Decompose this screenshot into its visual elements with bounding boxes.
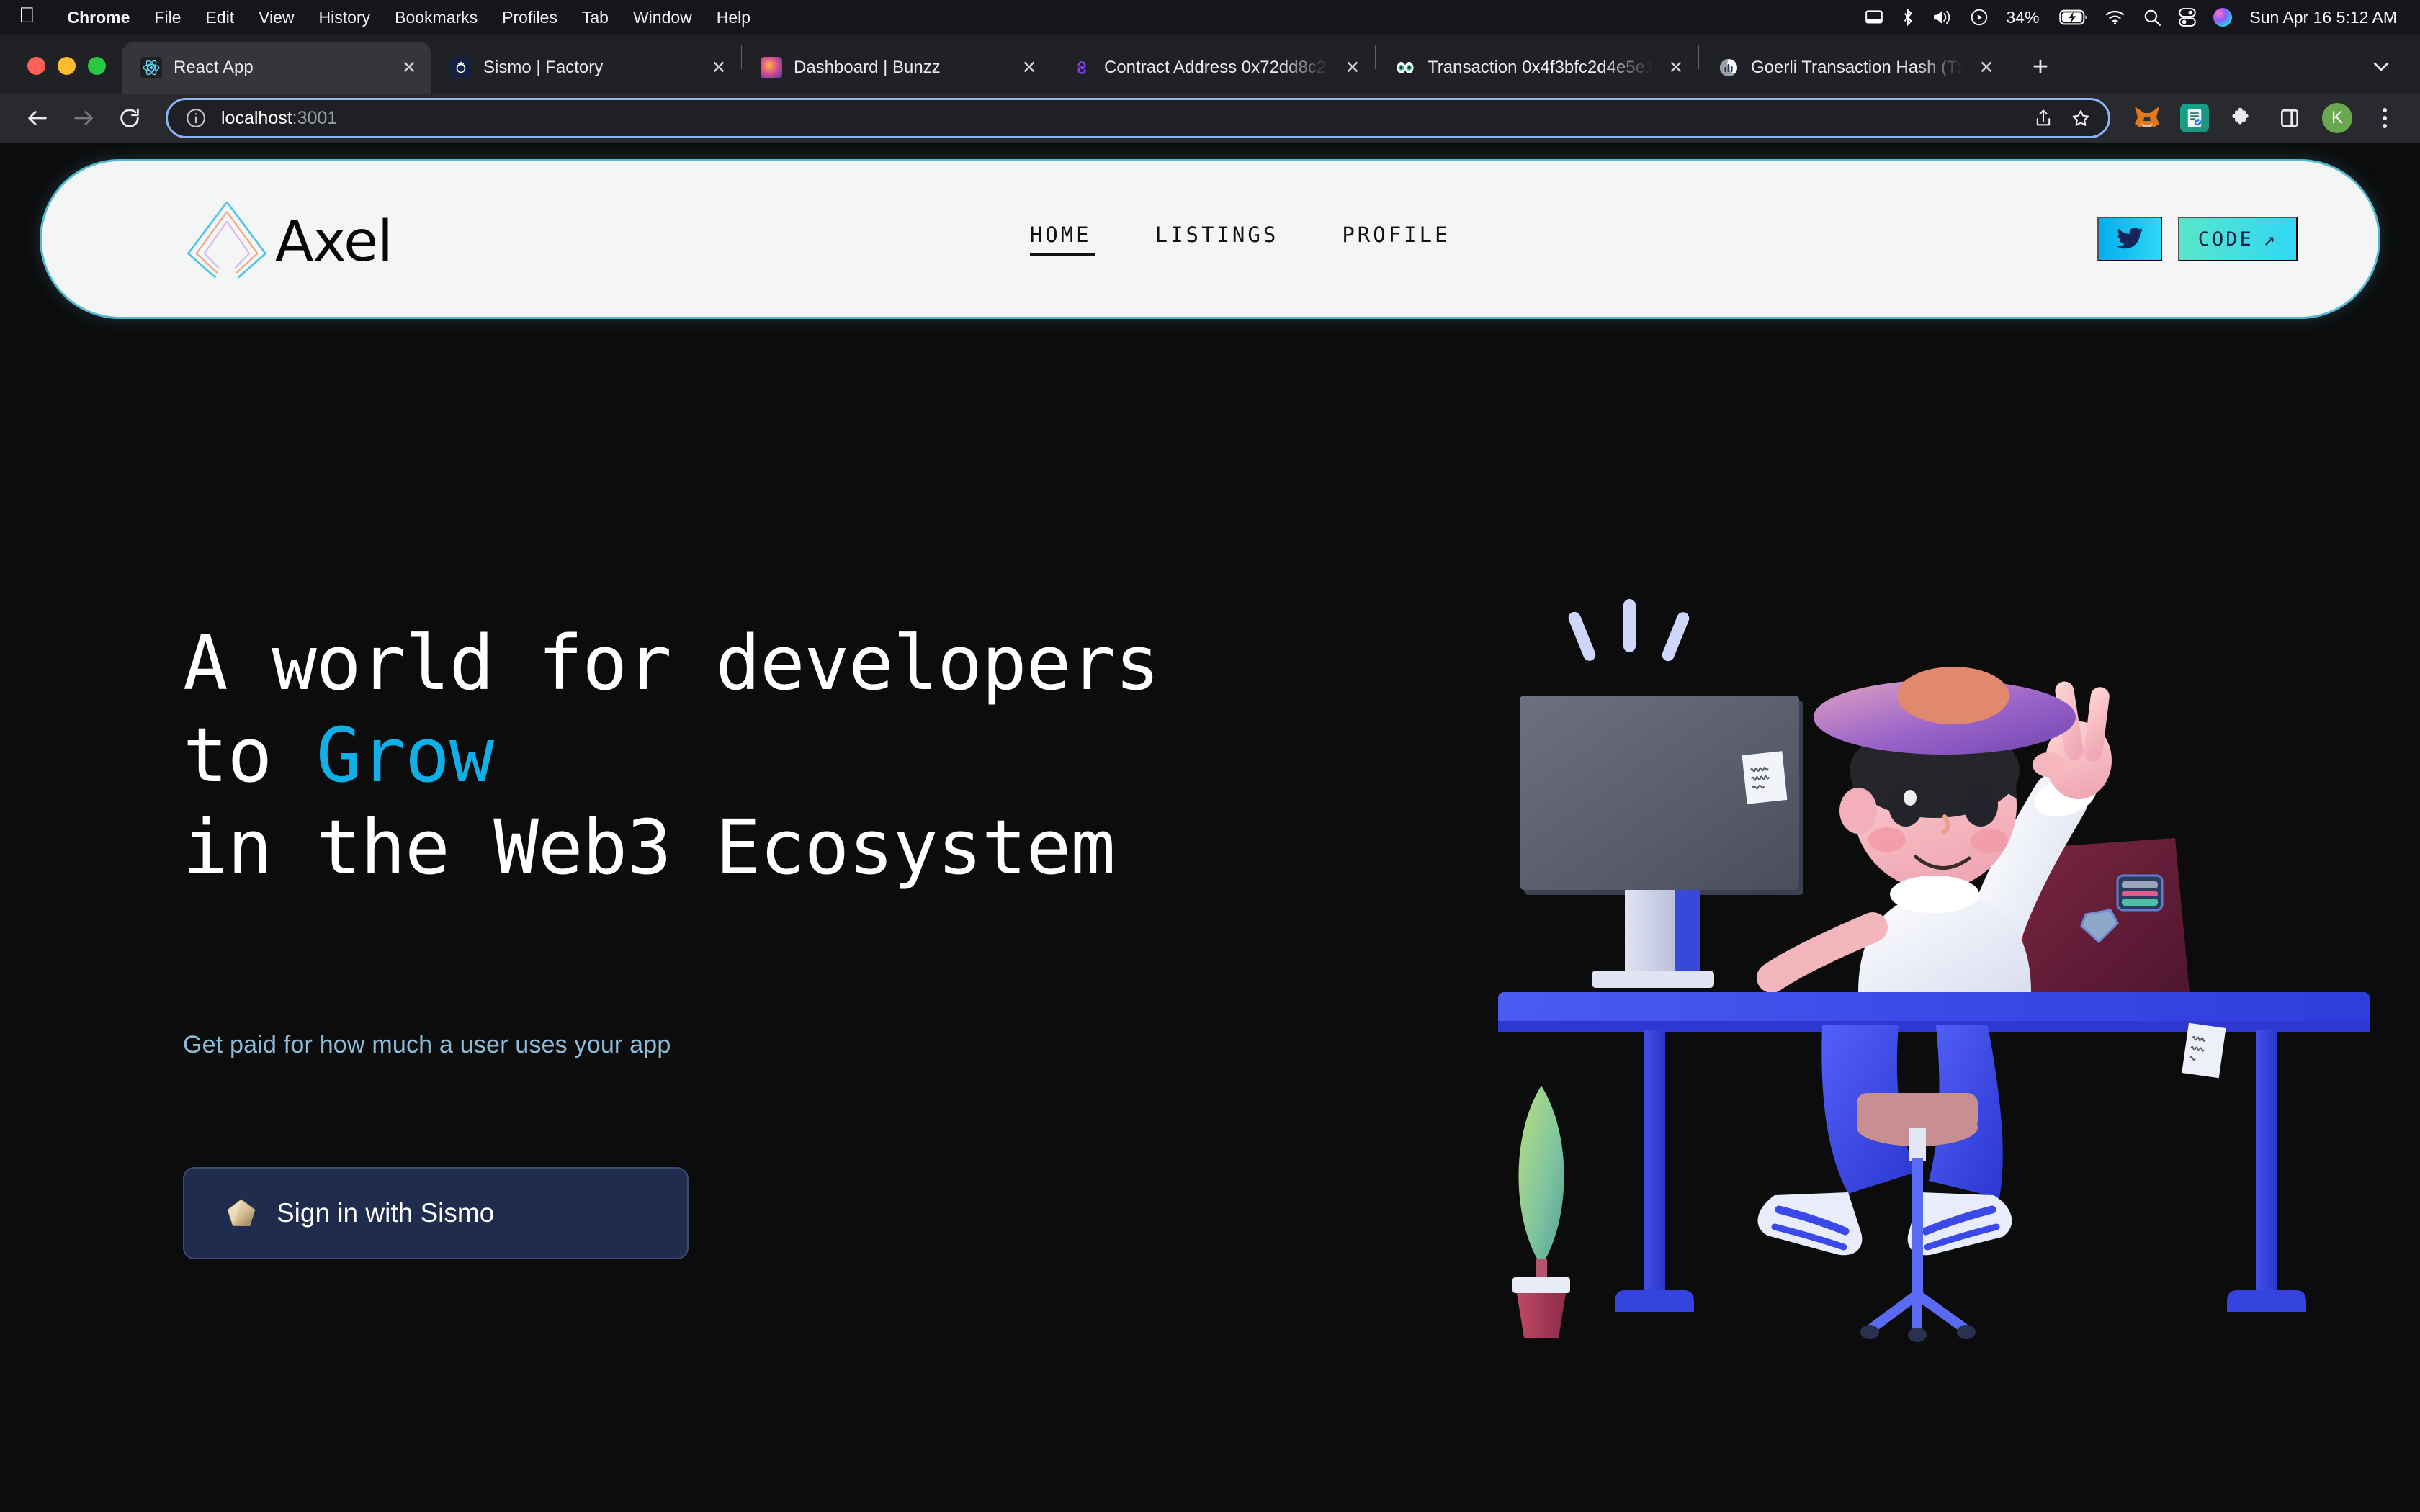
hero-accent-word: Grow bbox=[315, 711, 494, 799]
tab-react-app[interactable]: React App ✕ bbox=[122, 42, 431, 94]
tab-strip: React App ✕ Sismo | Factory ✕ Dashboard … bbox=[0, 35, 2420, 94]
tab-title: Sismo | Factory bbox=[483, 58, 604, 77]
contract-reader-extension-icon[interactable] bbox=[2174, 97, 2215, 139]
url-port: :3001 bbox=[292, 107, 338, 128]
menu-view[interactable]: View bbox=[246, 8, 306, 27]
hero-illustration bbox=[1484, 589, 2391, 1359]
close-window-button[interactable] bbox=[27, 57, 45, 75]
info-circle-icon[interactable] bbox=[184, 106, 208, 130]
tab-title: Transaction 0x4f3bfc2d4e5e19 bbox=[1428, 58, 1652, 77]
tab-transaction[interactable]: Transaction 0x4f3bfc2d4e5e19 ✕ bbox=[1376, 42, 1698, 94]
tab-goerli-transaction-hash[interactable]: Goerli Transaction Hash (Txhash ✕ bbox=[1699, 42, 2009, 94]
tab-title: Dashboard | Bunzz bbox=[794, 58, 941, 77]
tab-contract-address[interactable]: Contract Address 0x72dd8c23 ✕ bbox=[1052, 42, 1375, 94]
address-bar-text[interactable]: localhost:3001 bbox=[221, 108, 2025, 129]
address-bar[interactable]: localhost:3001 bbox=[166, 98, 2110, 138]
wifi-icon[interactable] bbox=[2105, 9, 2125, 25]
new-tab-button[interactable]: + bbox=[2020, 46, 2061, 88]
menu-dots bbox=[2383, 108, 2387, 128]
side-panel-icon[interactable] bbox=[2269, 97, 2311, 139]
menu-tab[interactable]: Tab bbox=[570, 8, 621, 27]
bluetooth-icon[interactable] bbox=[1901, 8, 1915, 27]
siri-icon[interactable] bbox=[2213, 8, 2233, 27]
battery-charging-icon[interactable] bbox=[2059, 9, 2088, 25]
reload-button[interactable] bbox=[107, 95, 153, 141]
browser-toolbar: localhost:3001 K bbox=[0, 94, 2420, 143]
menu-window[interactable]: Window bbox=[621, 8, 704, 27]
minimize-window-button[interactable] bbox=[58, 57, 76, 75]
menu-edit[interactable]: Edit bbox=[193, 8, 246, 27]
hero-line-3: in the Web3 Ecosystem bbox=[183, 803, 1116, 891]
menubar-clock[interactable]: Sun Apr 16 5:12 AM bbox=[2249, 8, 2397, 27]
profile-avatar[interactable]: K bbox=[2316, 97, 2358, 139]
sismo-pentagon-icon bbox=[225, 1197, 258, 1230]
tab-title: React App bbox=[174, 58, 254, 77]
tab-close-icon[interactable]: ✕ bbox=[1340, 55, 1365, 80]
three-dot-menu-icon[interactable] bbox=[2364, 97, 2406, 139]
hero-copy: A world for developers to Grow in the We… bbox=[183, 618, 1451, 1259]
extensions-puzzle-icon[interactable] bbox=[2221, 97, 2263, 139]
battery-percent-label: 34% bbox=[2006, 7, 2040, 27]
goerli-etherscan-icon bbox=[1718, 57, 1739, 78]
contract-doc-glyph bbox=[2180, 104, 2209, 132]
react-logo-icon bbox=[140, 57, 162, 78]
menu-profiles[interactable]: Profiles bbox=[490, 8, 570, 27]
tab-close-icon[interactable]: ✕ bbox=[707, 55, 731, 80]
hero-line-2-prefix: to bbox=[183, 711, 316, 799]
menu-help[interactable]: Help bbox=[704, 8, 763, 27]
sign-in-button-label: Sign in with Sismo bbox=[277, 1197, 495, 1228]
tab-title: Contract Address 0x72dd8c23 bbox=[1104, 58, 1329, 77]
maximize-window-button[interactable] bbox=[88, 57, 106, 75]
menu-chrome[interactable]: Chrome bbox=[55, 8, 143, 27]
menubar-status-items: 34% Sun Apr 16 5:12 AM bbox=[1865, 8, 2401, 27]
avatar: K bbox=[2322, 103, 2352, 133]
tab-close-icon[interactable]: ✕ bbox=[1974, 55, 1999, 80]
menu-file[interactable]: File bbox=[142, 8, 193, 27]
tab-sismo-factory[interactable]: Sismo | Factory ✕ bbox=[431, 42, 741, 94]
page-title: A world for developers to Grow in the We… bbox=[183, 618, 1451, 894]
star-icon[interactable] bbox=[2062, 99, 2099, 137]
chevron-down-icon[interactable] bbox=[2361, 46, 2401, 86]
menubar-app-menus:  Chrome File Edit View History Bookmark… bbox=[19, 5, 763, 28]
menu-history[interactable]: History bbox=[307, 8, 383, 27]
sismo-logo-icon bbox=[450, 57, 472, 78]
hero-subtitle: Get paid for how much a user uses your a… bbox=[183, 1030, 671, 1058]
screen-mirroring-icon[interactable] bbox=[1865, 8, 1883, 27]
apple-logo-icon[interactable]:  bbox=[19, 5, 35, 27]
tab-title: Goerli Transaction Hash (Txhash bbox=[1751, 58, 1963, 77]
volume-icon[interactable] bbox=[1932, 9, 1953, 26]
hero-section: A world for developers to Grow in the We… bbox=[0, 143, 2420, 1512]
metamask-extension-icon[interactable] bbox=[2126, 97, 2168, 139]
spotlight-search-icon[interactable] bbox=[2143, 8, 2161, 27]
forward-button[interactable] bbox=[60, 95, 107, 141]
tab-close-icon[interactable]: ✕ bbox=[397, 55, 421, 80]
back-button[interactable] bbox=[14, 95, 60, 141]
etherscan-logo-icon bbox=[1071, 57, 1093, 78]
bunzz-logo-icon bbox=[761, 57, 782, 78]
tab-close-icon[interactable]: ✕ bbox=[1017, 55, 1041, 80]
metamask-fox-glyph bbox=[2133, 104, 2161, 132]
tab-close-icon[interactable]: ✕ bbox=[1664, 55, 1688, 80]
hero-line-2: to Grow bbox=[183, 710, 1451, 802]
browser-chrome: React App ✕ Sismo | Factory ✕ Dashboard … bbox=[0, 35, 2420, 143]
share-icon[interactable] bbox=[2025, 99, 2062, 137]
macos-menubar:  Chrome File Edit View History Bookmark… bbox=[0, 0, 2420, 35]
screen:  Chrome File Edit View History Bookmark… bbox=[0, 0, 2420, 1512]
play-icon[interactable] bbox=[1970, 8, 1989, 27]
control-center-icon[interactable] bbox=[2179, 8, 2197, 27]
menu-bookmarks[interactable]: Bookmarks bbox=[382, 8, 490, 27]
hero-line-1: A world for developers bbox=[183, 619, 1160, 707]
eyes-logo-icon bbox=[1394, 57, 1416, 78]
web-page-viewport: Axel HOME LISTINGS PROFILE CODE ↗ A worl… bbox=[0, 143, 2420, 1512]
window-traffic-lights bbox=[0, 57, 122, 94]
tab-dashboard-bunzz[interactable]: Dashboard | Bunzz ✕ bbox=[742, 42, 1052, 94]
sign-in-with-sismo-button[interactable]: Sign in with Sismo bbox=[183, 1166, 689, 1259]
url-host: localhost bbox=[221, 107, 292, 128]
